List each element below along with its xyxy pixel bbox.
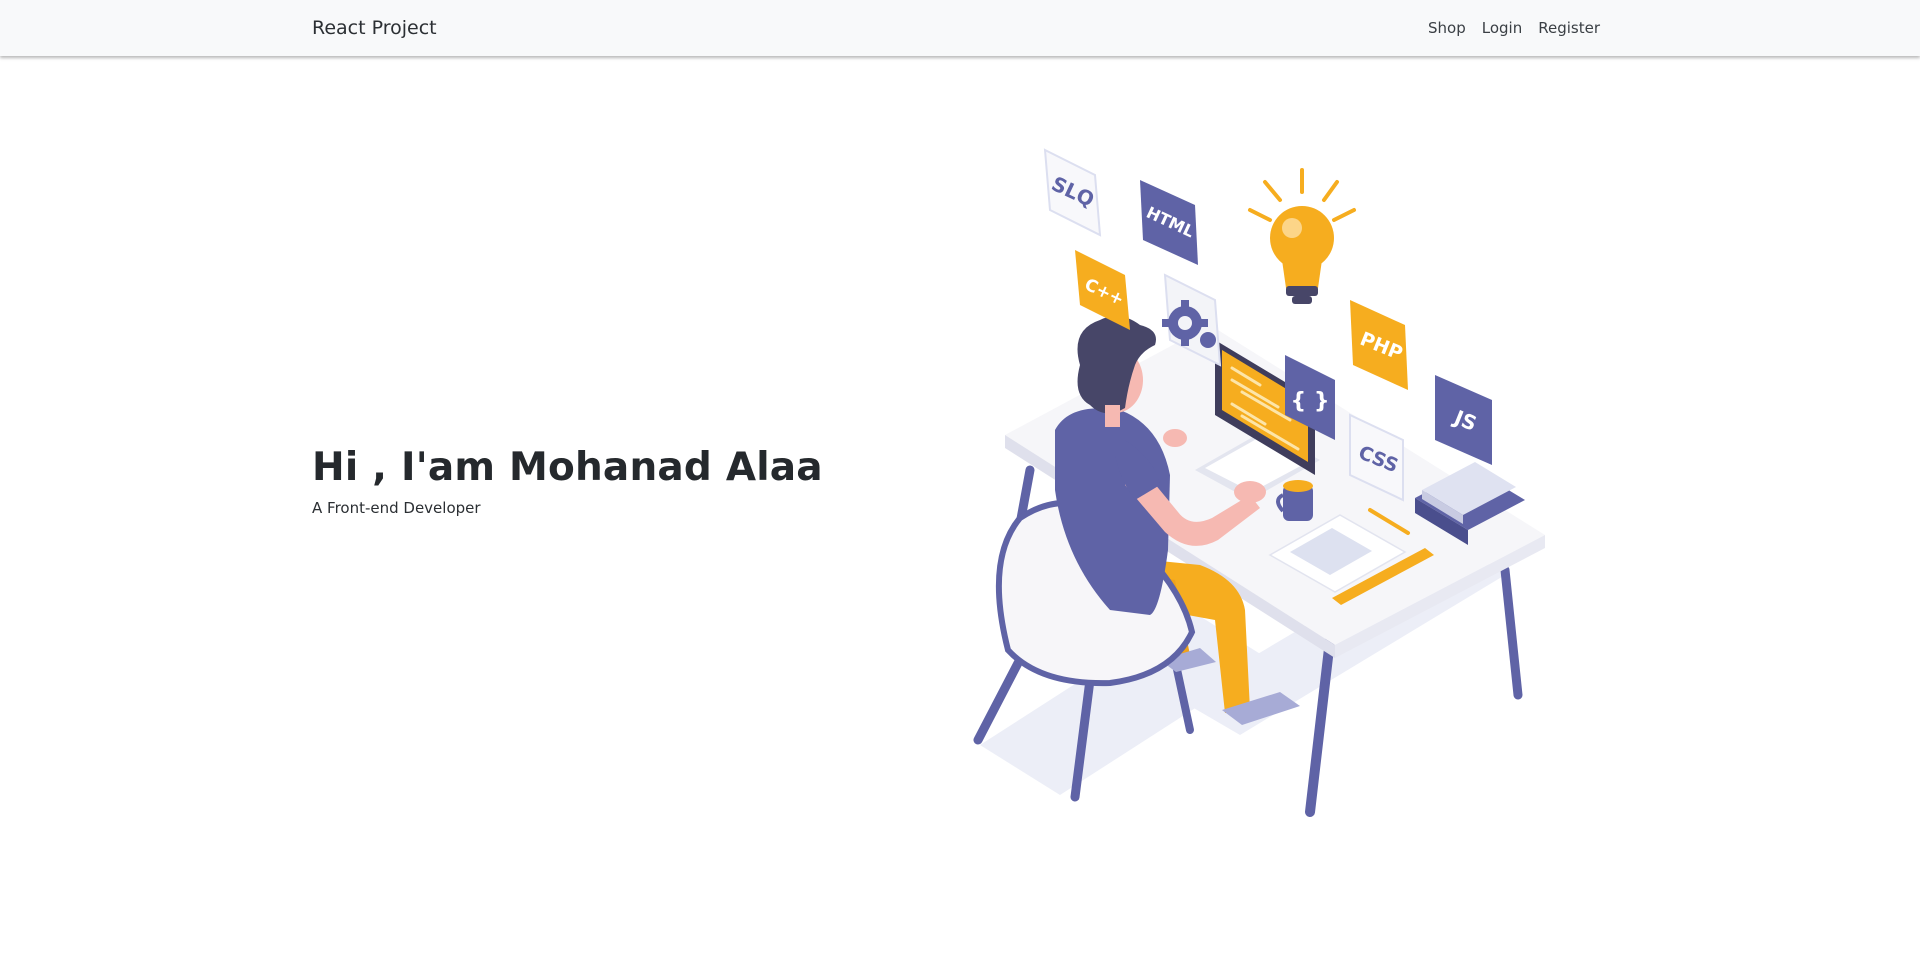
- nav-links: Shop Login Register: [1428, 18, 1600, 38]
- tile-php: PHP: [1350, 300, 1408, 390]
- hero-title: Hi , I'am Mohanad Alaa: [312, 445, 823, 490]
- tile-js: JS: [1435, 375, 1492, 465]
- developer-illustration-svg: SLQ HTML C++ { } PHP JS CSS: [973, 148, 1545, 817]
- tile-html: HTML: [1140, 180, 1198, 265]
- desk-leg: [1500, 565, 1523, 700]
- tile-cpp: C++: [1075, 250, 1130, 330]
- person-neck: [1105, 405, 1120, 427]
- tile-slq: SLQ: [1043, 148, 1102, 237]
- developer-illustration: SLQ HTML C++ { } PHP JS CSS: [960, 140, 1560, 830]
- person-hand: [1234, 481, 1266, 503]
- nav-link-register[interactable]: Register: [1538, 18, 1600, 38]
- person-hand: [1163, 429, 1187, 447]
- lightbulb-icon: [1248, 168, 1356, 304]
- mug-coffee: [1283, 480, 1313, 492]
- hero-text: Hi , I'am Mohanad Alaa A Front-end Devel…: [312, 444, 823, 518]
- navbar: React Project Shop Login Register: [0, 0, 1920, 56]
- nav-link-login[interactable]: Login: [1482, 18, 1522, 38]
- nav-link-shop[interactable]: Shop: [1428, 18, 1466, 38]
- hero-subtitle: A Front-end Developer: [312, 499, 481, 517]
- brand-link[interactable]: React Project: [312, 16, 437, 40]
- tile-braces-label: { }: [1291, 389, 1330, 414]
